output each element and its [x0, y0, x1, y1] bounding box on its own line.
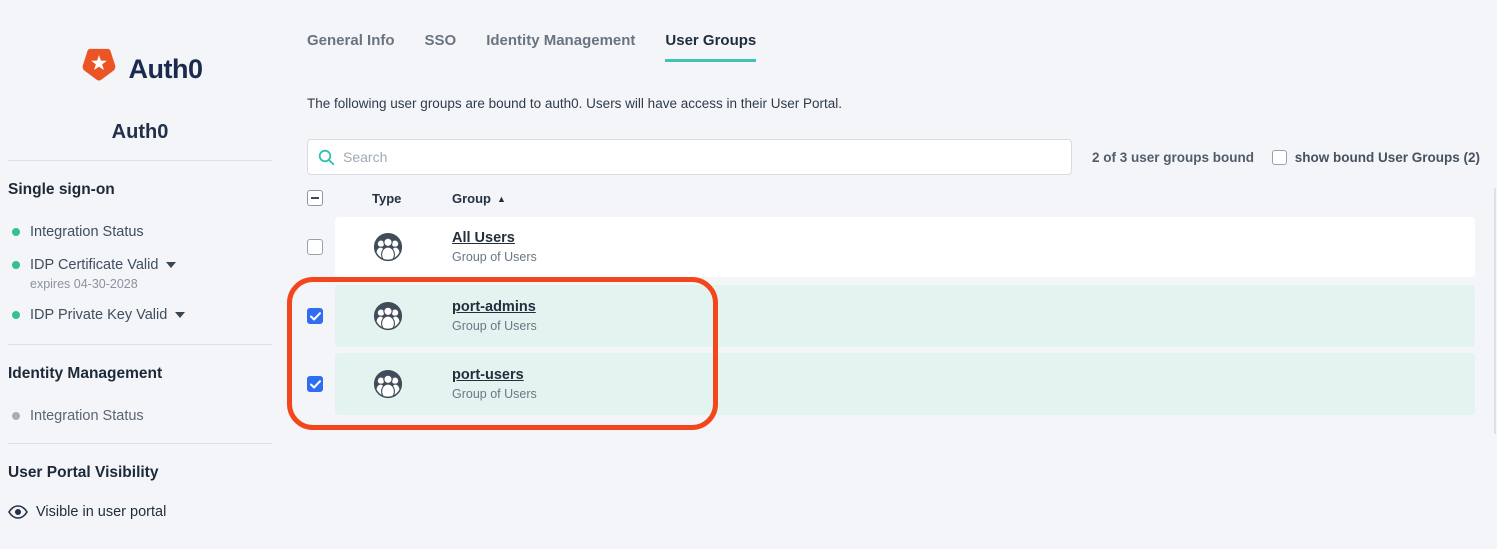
section-title-sso: Single sign-on: [8, 181, 272, 199]
sidebar-item-label: IDP Private Key Valid: [30, 307, 167, 323]
group-type-label: Group of Users: [452, 250, 537, 264]
sidebar-item-label: IDP Certificate Valid: [30, 257, 158, 273]
group-of-users-avatar-icon: [373, 369, 403, 399]
tab-identity-management[interactable]: Identity Management: [486, 32, 635, 62]
sidebar: Auth0 Auth0 Single sign-on Integration S…: [0, 0, 280, 549]
tab-general-info[interactable]: General Info: [307, 32, 395, 62]
search-icon: [318, 149, 335, 166]
row-checkbox-all-users[interactable]: [307, 239, 323, 255]
chevron-down-icon[interactable]: [166, 262, 176, 268]
eye-icon: [8, 505, 28, 519]
status-gray-dot: [12, 412, 20, 420]
search-input[interactable]: [343, 149, 1061, 165]
auth0-logo: Auth0: [8, 46, 272, 92]
group-card-all-users[interactable]: All Users Group of Users: [335, 217, 1475, 277]
auth0-shield-icon: [78, 46, 120, 92]
row-checkbox-port-admins[interactable]: [307, 308, 323, 324]
sidebar-item-idm-integration-status: Integration Status: [8, 407, 272, 425]
sidebar-item-label: Integration Status: [30, 223, 144, 241]
tab-bar: General Info SSO Identity Management Use…: [307, 32, 756, 62]
group-card-port-admins[interactable]: port-admins Group of Users: [335, 285, 1475, 347]
group-type-label: Group of Users: [452, 319, 537, 333]
column-header-group[interactable]: Group ▲: [452, 191, 506, 206]
tab-user-groups[interactable]: User Groups: [665, 32, 756, 62]
select-all-checkbox[interactable]: [307, 190, 323, 206]
status-green-dot: [12, 261, 20, 269]
group-of-users-avatar-icon: [373, 301, 403, 331]
sidebar-divider: [8, 344, 272, 345]
portal-visibility-status: Visible in user portal: [8, 504, 272, 520]
group-name-link[interactable]: port-users: [452, 367, 537, 383]
sidebar-divider: [8, 160, 272, 161]
group-name-link[interactable]: All Users: [452, 230, 537, 246]
page-description: The following user groups are bound to a…: [307, 96, 842, 111]
table-header: Type Group ▲: [307, 188, 1475, 210]
bound-summary-text: 2 of 3 user groups bound: [1092, 150, 1254, 165]
status-green-dot: [12, 228, 20, 236]
sidebar-item-label: Integration Status: [30, 407, 144, 425]
group-type-label: Group of Users: [452, 387, 537, 401]
row-checkbox-port-users[interactable]: [307, 376, 323, 392]
tab-sso[interactable]: SSO: [425, 32, 457, 62]
sidebar-item-idp-certificate[interactable]: IDP Certificate Valid expires 04-30-2028: [8, 256, 272, 291]
sidebar-item-idp-private-key[interactable]: IDP Private Key Valid: [8, 306, 272, 324]
search-row: 2 of 3 user groups bound show bound User…: [307, 139, 1480, 175]
sidebar-divider: [8, 443, 272, 444]
table-row: port-users Group of Users: [307, 353, 1475, 415]
section-title-user-portal-visibility: User Portal Visibility: [8, 464, 272, 482]
column-header-group-label: Group: [452, 191, 491, 206]
group-name-link[interactable]: port-admins: [452, 299, 537, 315]
group-card-port-users[interactable]: port-users Group of Users: [335, 353, 1475, 415]
show-bound-label: show bound User Groups (2): [1295, 150, 1480, 165]
table-row: All Users Group of Users: [307, 217, 1475, 277]
check-icon: [310, 312, 321, 321]
main-content: General Info SSO Identity Management Use…: [307, 0, 1480, 549]
status-green-dot: [12, 311, 20, 319]
table-scrollbar-track[interactable]: [1494, 188, 1496, 434]
section-title-identity-management: Identity Management: [8, 365, 272, 383]
sort-ascending-icon: ▲: [497, 194, 506, 204]
chevron-down-icon[interactable]: [175, 312, 185, 318]
check-icon: [310, 380, 321, 389]
search-box[interactable]: [307, 139, 1072, 175]
logo-wordmark: Auth0: [129, 54, 203, 85]
app-title: Auth0: [8, 121, 272, 144]
column-header-type: Type: [372, 191, 401, 206]
sidebar-item-sso-integration-status: Integration Status: [8, 223, 272, 241]
group-of-users-avatar-icon: [373, 232, 403, 262]
portal-visibility-label: Visible in user portal: [36, 504, 166, 520]
show-bound-checkbox[interactable]: [1272, 150, 1287, 165]
certificate-expiry-text: expires 04-30-2028: [30, 277, 176, 291]
show-bound-toggle[interactable]: show bound User Groups (2): [1272, 150, 1480, 165]
table-row: port-admins Group of Users: [307, 285, 1475, 347]
